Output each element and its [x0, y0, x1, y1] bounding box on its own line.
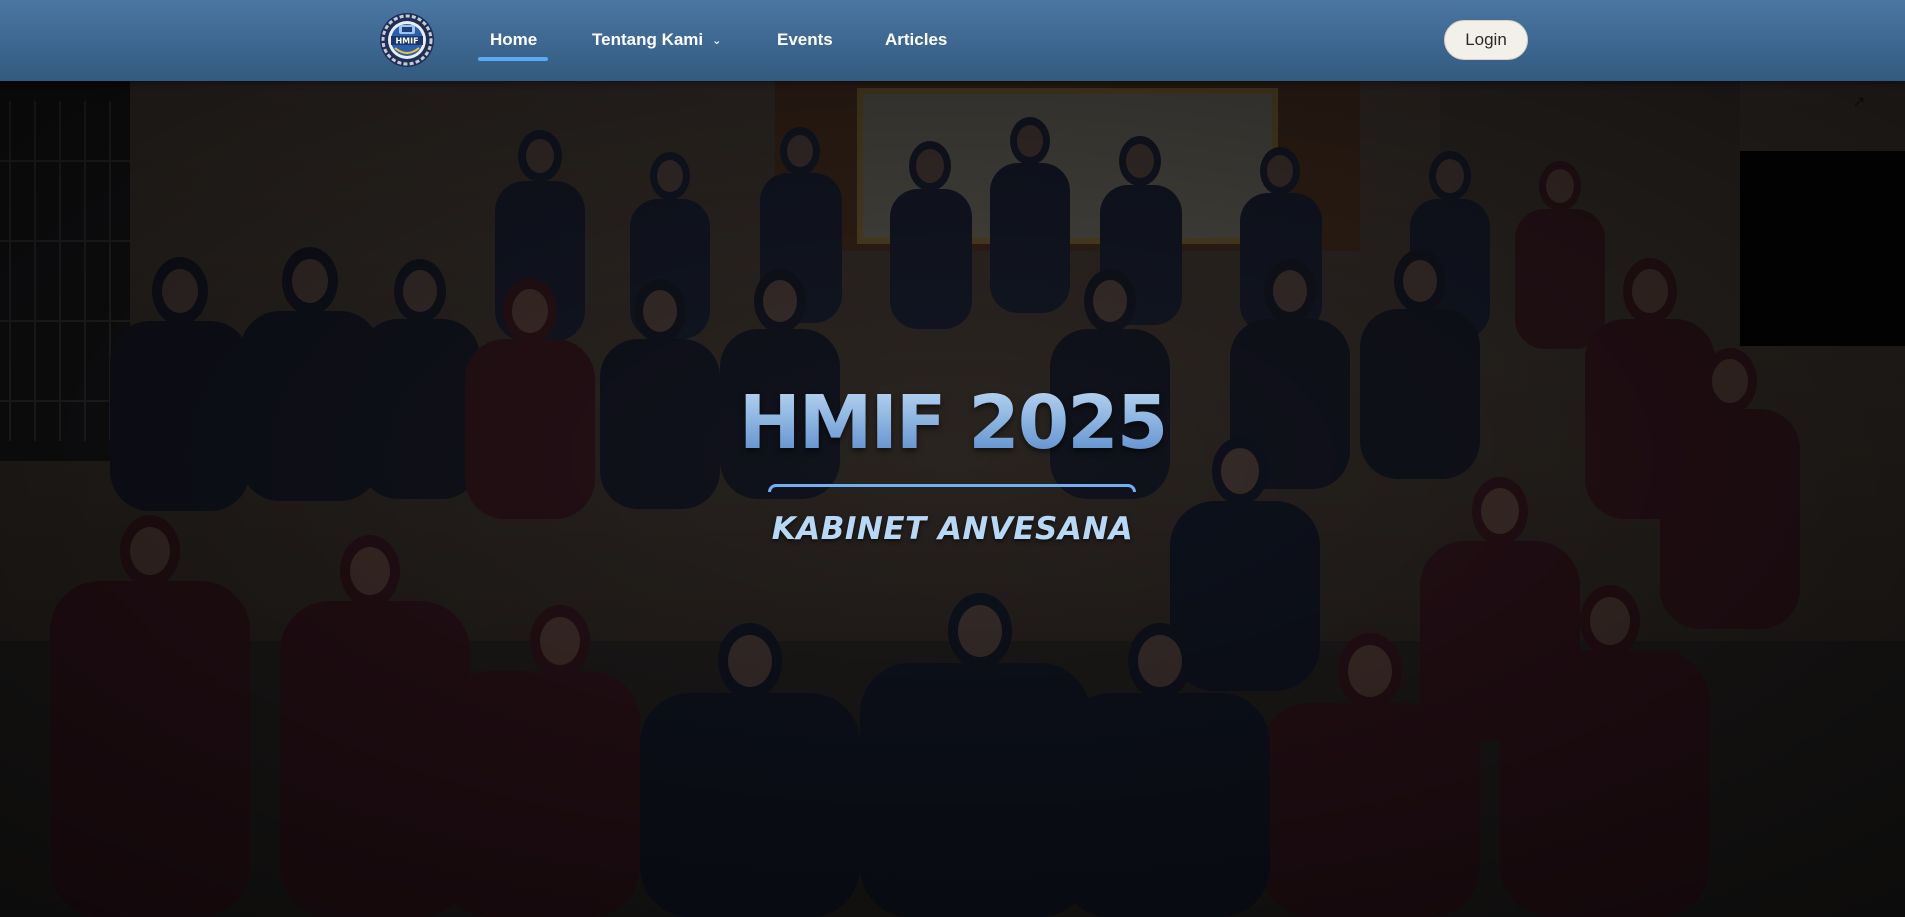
- nav-link-articles[interactable]: Articles: [885, 30, 947, 50]
- login-button[interactable]: Login: [1444, 20, 1528, 60]
- chevron-down-icon: ⌄: [712, 35, 722, 47]
- nav-link-home[interactable]: Home: [490, 30, 537, 50]
- nav-link-articles-label: Articles: [885, 30, 948, 49]
- navbar: HMIF Home Tentang Kami ⌄ Events Articles …: [0, 0, 1905, 81]
- nav-link-events-label: Events: [777, 30, 833, 49]
- title-divider: [768, 484, 1136, 492]
- hero-title: HMIF 2025: [0, 378, 1905, 468]
- cursor-icon: ↗: [1852, 94, 1866, 111]
- hero-section: ↗ HMIF 2025 KABINET ANVESANA: [0, 81, 1905, 917]
- group-photo: [0, 81, 1905, 917]
- hero-subtitle: KABINET ANVESANA: [771, 511, 1134, 547]
- active-tab-indicator: [478, 57, 548, 61]
- nav-link-events[interactable]: Events: [777, 30, 833, 50]
- nav-link-home-label: Home: [490, 30, 538, 49]
- nav-link-tentang-kami-label: Tentang Kami: [592, 30, 704, 49]
- nav-link-tentang-kami[interactable]: Tentang Kami ⌄: [592, 30, 721, 51]
- svg-text:HMIF: HMIF: [395, 37, 418, 46]
- hmif-logo[interactable]: HMIF: [379, 12, 435, 68]
